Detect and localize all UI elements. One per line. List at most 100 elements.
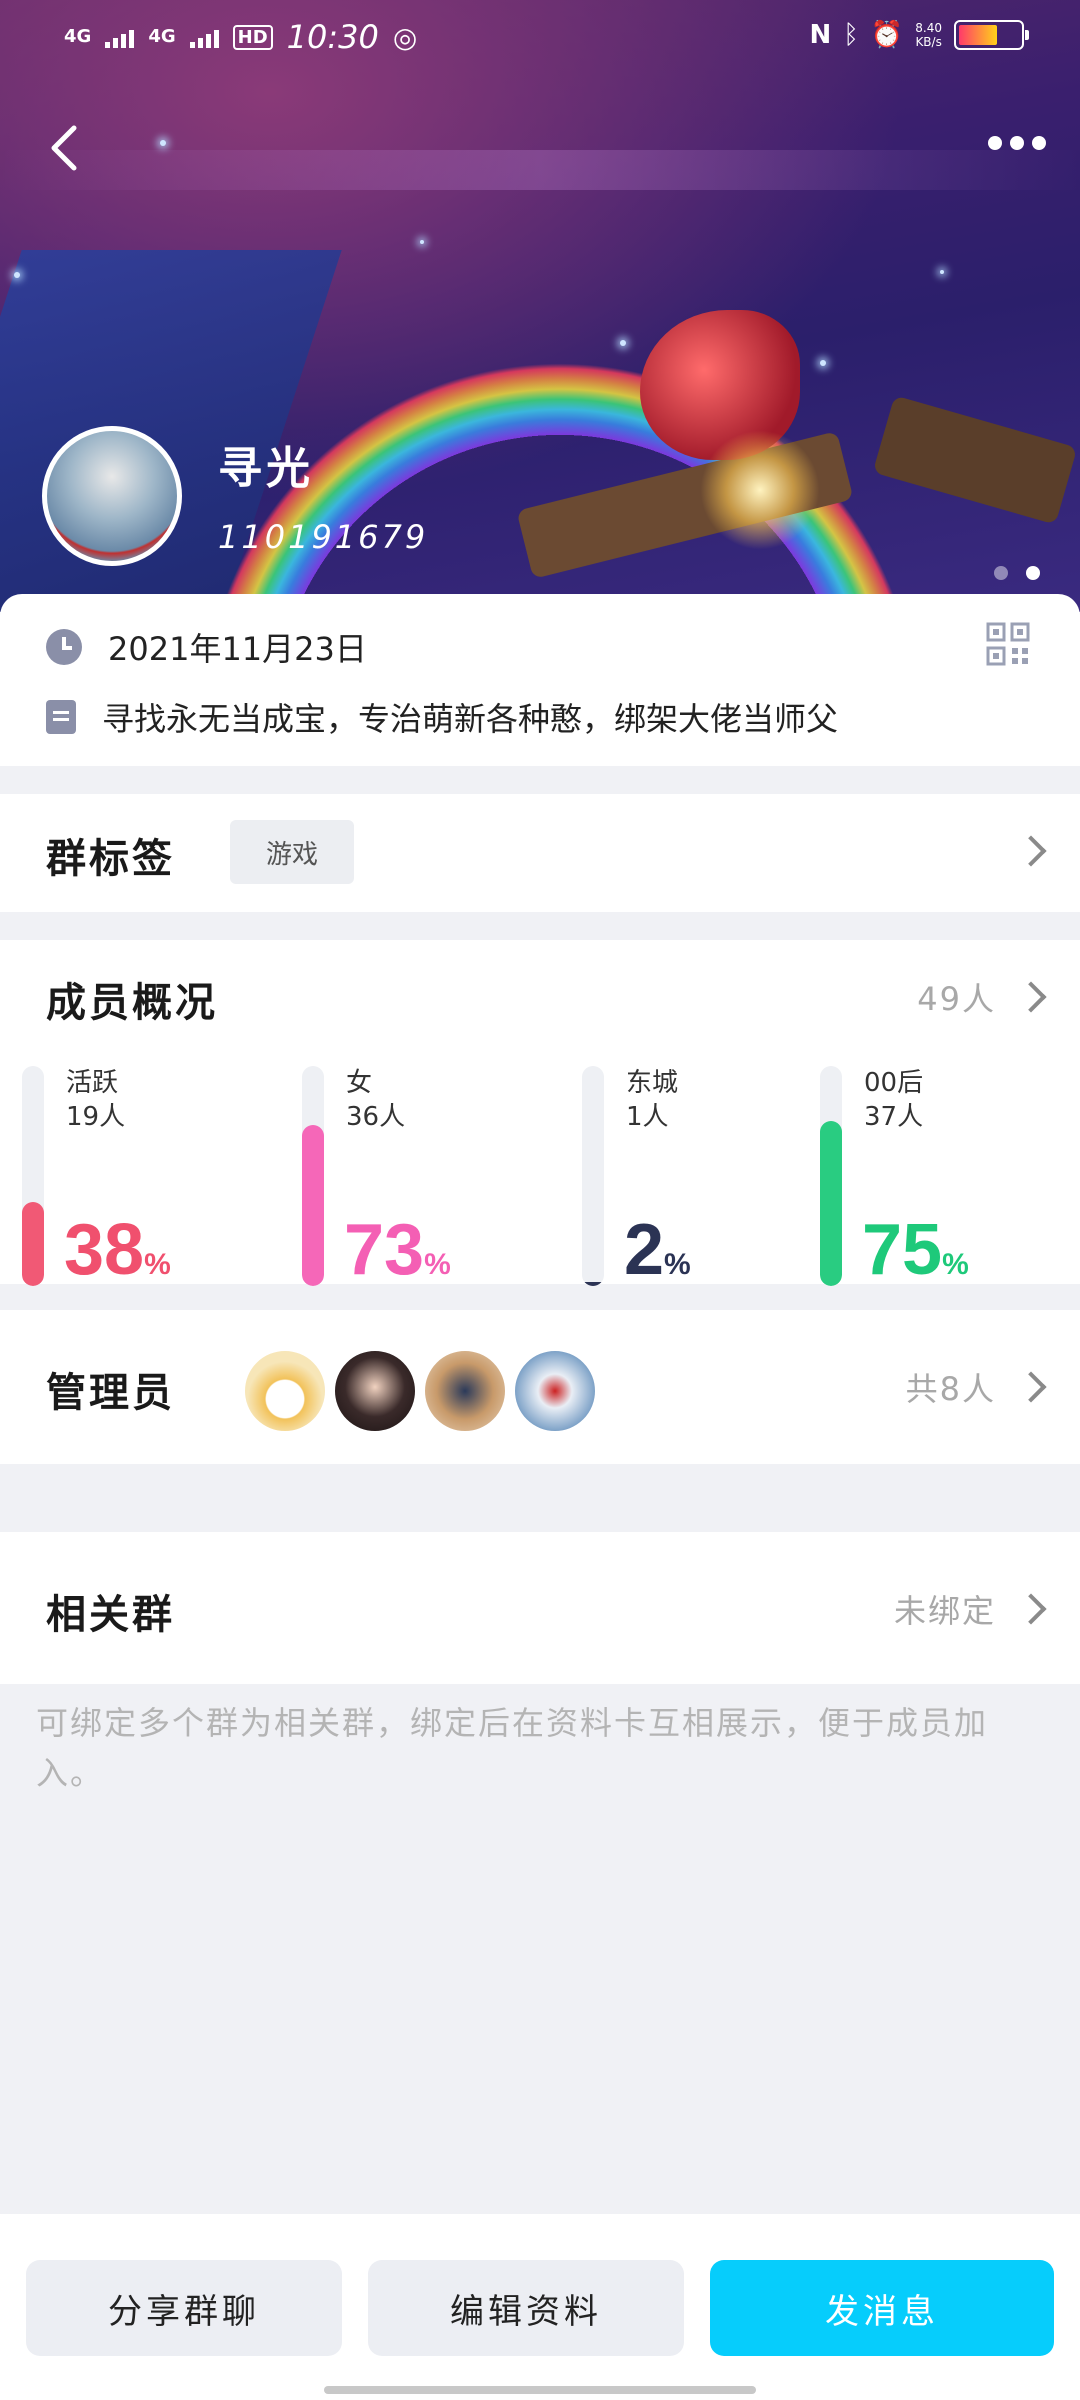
percent-sign: % xyxy=(144,1248,171,1281)
stat-age-group: 00后 37人 75% xyxy=(802,1066,1052,1306)
group-avatar[interactable] xyxy=(42,426,182,566)
chevron-right-icon xyxy=(1015,1593,1047,1625)
stat-bar-fill xyxy=(22,1202,44,1286)
cover-glow xyxy=(700,430,820,550)
clock: 10:30 xyxy=(286,18,379,56)
stat-location: 东城 1人 2% xyxy=(564,1066,814,1306)
bottom-action-bar: 分享群聊 编辑资料 发消息 xyxy=(0,2214,1080,2400)
signal-icon xyxy=(189,26,219,48)
stat-name: 女 xyxy=(346,1068,373,1098)
group-name: 寻光 xyxy=(218,443,314,494)
group-tags-row[interactable]: 群标签 游戏 xyxy=(0,794,1080,912)
stat-percent: 75% xyxy=(862,1214,969,1301)
cover-star xyxy=(620,340,626,346)
stat-percent-value: 2 xyxy=(624,1210,665,1290)
created-date: 2021年11月23日 xyxy=(108,630,367,668)
stat-label: 活跃 19人 xyxy=(66,1066,125,1134)
stat-bar-track xyxy=(302,1066,324,1286)
speed-unit: KB/s xyxy=(915,35,942,49)
related-title: 相关群 xyxy=(46,1592,175,1638)
cover-star xyxy=(940,270,944,274)
tag-chip: 游戏 xyxy=(230,820,354,884)
send-message-button[interactable]: 发消息 xyxy=(710,2260,1054,2356)
stat-name: 00后 xyxy=(864,1068,924,1098)
back-button[interactable] xyxy=(36,118,96,178)
stat-label: 女 36人 xyxy=(346,1066,405,1134)
dot-icon xyxy=(988,136,1002,150)
chevron-right-icon xyxy=(1015,981,1047,1013)
stat-percent-value: 73 xyxy=(344,1210,425,1290)
admin-count: 共8人 xyxy=(905,1370,996,1408)
member-total: 49人 xyxy=(917,980,996,1018)
stat-bar-track xyxy=(582,1066,604,1286)
member-overview-card[interactable]: 成员概况 49人 活跃 19人 38% 女 36人 73% 东城 1人 2% 00后 3… xyxy=(0,940,1080,1286)
network-speed: 8.40 KB/s xyxy=(915,21,942,49)
battery-icon xyxy=(954,20,1029,50)
stat-bar-track xyxy=(22,1066,44,1286)
cover-star xyxy=(820,360,826,366)
stat-bar-fill xyxy=(820,1121,842,1286)
cover-star xyxy=(160,140,166,146)
document-icon xyxy=(46,700,76,734)
admin-avatar[interactable] xyxy=(242,1348,328,1434)
percent-sign: % xyxy=(664,1248,691,1281)
group-info-card: 2021年11月23日 寻找永无当成宝，专治萌新各种憨，绑架大佬当师父 xyxy=(0,594,1080,766)
alarm-icon: ⏰ xyxy=(870,20,904,50)
stat-label: 00后 37人 xyxy=(864,1066,923,1134)
bluetooth-icon: ᛒ xyxy=(843,20,859,50)
members-title: 成员概况 xyxy=(46,980,218,1026)
admin-avatar[interactable] xyxy=(332,1348,418,1434)
stat-bar-fill xyxy=(302,1125,324,1286)
group-description: 寻找永无当成宝，专治萌新各种憨，绑架大佬当师父 xyxy=(102,700,839,738)
clock-icon xyxy=(46,629,82,665)
admins-title: 管理员 xyxy=(46,1370,175,1416)
pager-dot-active xyxy=(1026,566,1040,580)
pager-dot xyxy=(994,566,1008,580)
cover-pager xyxy=(994,566,1040,580)
percent-sign: % xyxy=(942,1248,969,1281)
nfc-icon: N xyxy=(809,20,832,50)
network-indicator: 4G xyxy=(64,26,92,47)
group-id: 110191679 xyxy=(218,518,429,556)
stat-name: 东城 xyxy=(626,1068,679,1098)
stat-percent: 2% xyxy=(624,1214,691,1301)
stat-bar-fill xyxy=(582,1281,604,1286)
cover-star xyxy=(14,272,20,278)
created-date-row: 2021年11月23日 xyxy=(46,624,367,670)
stat-bar-track xyxy=(820,1066,842,1286)
edit-profile-button[interactable]: 编辑资料 xyxy=(368,2260,684,2356)
more-options-button[interactable] xyxy=(988,136,1046,150)
signal-icon xyxy=(105,26,135,48)
stat-percent: 73% xyxy=(344,1214,451,1301)
home-indicator[interactable] xyxy=(324,2386,756,2394)
stat-percent-value: 38 xyxy=(64,1210,145,1290)
dot-icon xyxy=(1032,136,1046,150)
chevron-right-icon xyxy=(1015,835,1047,867)
stat-count: 36人 xyxy=(346,1102,406,1132)
admins-row[interactable]: 管理员 共8人 xyxy=(0,1310,1080,1464)
chevron-right-icon xyxy=(1015,1371,1047,1403)
related-groups-row[interactable]: 相关群 未绑定 xyxy=(0,1532,1080,1684)
share-group-button[interactable]: 分享群聊 xyxy=(26,2260,342,2356)
speed-value: 8.40 xyxy=(915,21,942,35)
stat-name: 活跃 xyxy=(66,1068,119,1098)
stat-count: 1人 xyxy=(626,1102,669,1132)
stat-count: 19人 xyxy=(66,1102,126,1132)
app-notification-icon: ◎ xyxy=(392,20,418,54)
related-hint: 可绑定多个群为相关群，绑定后在资料卡互相展示，便于成员加入。 xyxy=(36,1704,989,1792)
cover-star xyxy=(420,240,424,244)
admin-avatar[interactable] xyxy=(512,1348,598,1434)
admin-avatar[interactable] xyxy=(422,1348,508,1434)
tags-title: 群标签 xyxy=(46,836,175,882)
cover-plank xyxy=(872,395,1078,525)
status-bar: 4G 4G HD 10:30 ◎ N ᛒ ⏰ 8.40 KB/s xyxy=(0,0,1080,80)
network-indicator: 4G xyxy=(148,26,176,47)
stat-female: 女 36人 73% xyxy=(284,1066,534,1306)
description-row: 寻找永无当成宝，专治萌新各种憨，绑架大佬当师父 xyxy=(46,694,838,740)
chevron-left-icon xyxy=(51,125,77,171)
stat-percent-value: 75 xyxy=(862,1210,943,1290)
related-status: 未绑定 xyxy=(893,1592,996,1630)
stat-count: 37人 xyxy=(864,1102,924,1132)
member-stats: 活跃 19人 38% 女 36人 73% 东城 1人 2% 00后 37人 75% xyxy=(0,1066,1080,1306)
qr-code-icon[interactable] xyxy=(986,622,1030,666)
